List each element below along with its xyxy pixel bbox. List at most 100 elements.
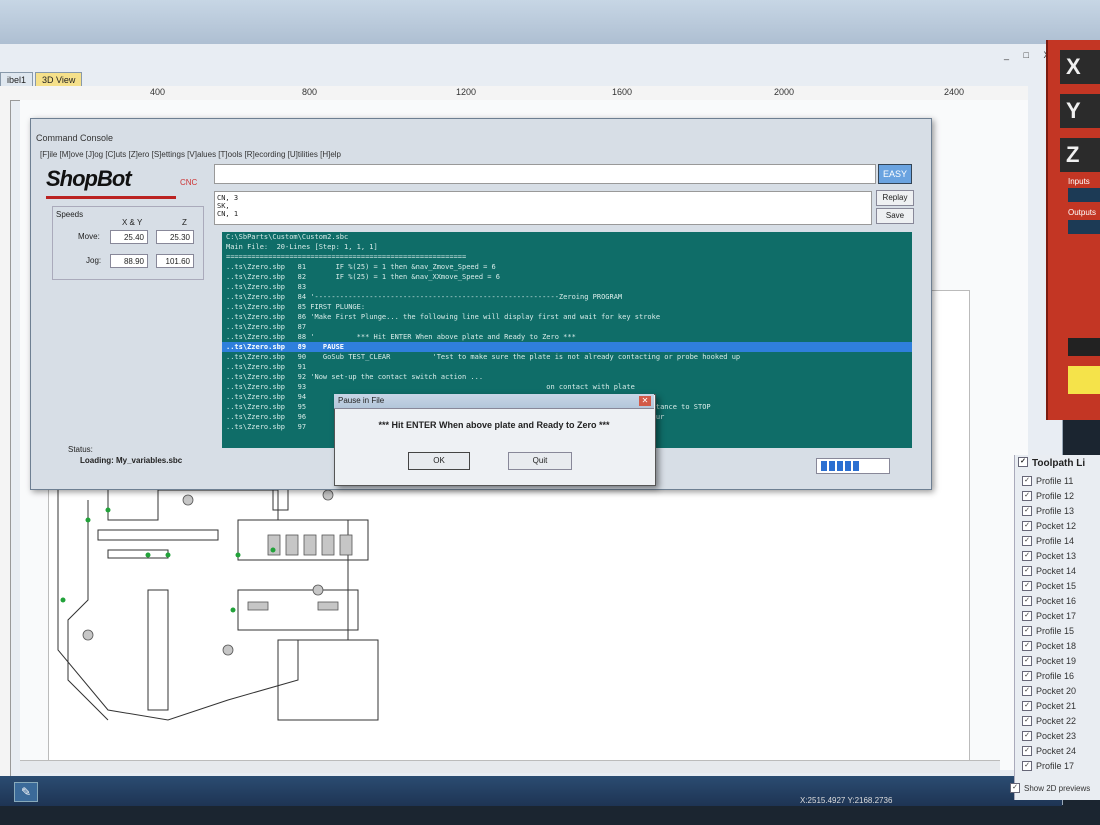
- quit-button[interactable]: Quit: [508, 452, 572, 470]
- ok-button[interactable]: OK: [408, 452, 470, 470]
- progress-segment: [845, 461, 851, 471]
- toolpath-label: Pocket 12: [1036, 521, 1077, 531]
- checkbox-icon[interactable]: ✓: [1018, 457, 1028, 468]
- toolpath-item[interactable]: ✓ Profile 13: [1022, 505, 1074, 520]
- code-line: ..ts\Zzero.sbp 92 'Now set-up the contac…: [226, 373, 484, 381]
- code-line: ..ts\Zzero.sbp 91: [226, 363, 307, 371]
- checkbox-icon[interactable]: ✓: [1022, 715, 1032, 726]
- toolpath-item[interactable]: ✓ Pocket 23: [1022, 730, 1076, 745]
- toolpath-item[interactable]: ✓ Profile 14: [1022, 535, 1074, 550]
- command-input[interactable]: [214, 164, 876, 184]
- toolpath-item[interactable]: ✓ Profile 17: [1022, 760, 1074, 775]
- toolpath-label: Pocket 17: [1036, 611, 1077, 621]
- progress-segment: [829, 461, 835, 471]
- taskbar-app-icon[interactable]: ✎: [14, 782, 38, 802]
- toolpath-item[interactable]: ✓ Pocket 24: [1022, 745, 1076, 760]
- code-line: C:\SbParts\Custom\Custom2.sbc: [226, 233, 349, 241]
- checkbox-icon[interactable]: ✓: [1022, 595, 1032, 606]
- command-history[interactable]: CN, 3 SK, CN, 1: [214, 191, 872, 225]
- toolpath-list-header: ✓ Toolpath Li: [1018, 457, 1085, 469]
- toolpath-item[interactable]: ✓ Pocket 21: [1022, 700, 1077, 715]
- toolpath-item[interactable]: ✓ Profile 16: [1022, 670, 1074, 685]
- dro-outputs-indicator: [1068, 220, 1100, 234]
- checkbox-icon[interactable]: ✓: [1022, 535, 1032, 546]
- toolpath-item[interactable]: ✓ Pocket 13: [1022, 550, 1076, 565]
- toolpath-item[interactable]: ✓ Pocket 22: [1022, 715, 1076, 730]
- progress-segment: [837, 461, 843, 471]
- horizontal-scrollbar[interactable]: [20, 760, 1000, 773]
- move-xy-field[interactable]: 25.40: [110, 230, 148, 244]
- toolpath-item[interactable]: ✓ Pocket 18: [1022, 640, 1077, 655]
- close-icon[interactable]: ✕: [639, 396, 651, 406]
- title-bar: [0, 0, 1100, 44]
- code-line: ..ts\Zzero.sbp 88 ' *** Hit ENTER When a…: [226, 333, 576, 341]
- dro-y-readout: Y: [1060, 94, 1100, 128]
- checkbox-icon[interactable]: ✓: [1022, 490, 1032, 501]
- ruler-mark: 2000: [774, 87, 795, 97]
- checkbox-icon[interactable]: ✓: [1022, 520, 1032, 531]
- ruler-mark: 1600: [612, 87, 633, 97]
- dro-indicator-yellow[interactable]: [1068, 366, 1100, 394]
- checkbox-icon[interactable]: ✓: [1010, 783, 1020, 793]
- toolpath-item[interactable]: ✓ Pocket 12: [1022, 520, 1077, 535]
- ruler-mark: 1200: [456, 87, 477, 97]
- checkbox-icon[interactable]: ✓: [1022, 700, 1032, 711]
- jog-label: Jog:: [86, 256, 102, 265]
- toolpath-label: Pocket 21: [1036, 701, 1077, 711]
- checkbox-icon[interactable]: ✓: [1022, 685, 1032, 696]
- toolpath-item[interactable]: ✓ Pocket 16: [1022, 595, 1077, 610]
- shopbot-logo: ShopBot: [46, 166, 132, 191]
- status-label: Status:: [68, 445, 93, 454]
- toolpath-label: Pocket 16: [1036, 596, 1077, 606]
- toolpath-item[interactable]: ✓ Pocket 20: [1022, 685, 1076, 700]
- checkbox-icon[interactable]: ✓: [1022, 580, 1032, 591]
- progress-bar: [816, 458, 890, 474]
- toolpath-label: Pocket 18: [1036, 641, 1077, 651]
- checkbox-icon[interactable]: ✓: [1022, 745, 1032, 756]
- checkbox-icon[interactable]: ✓: [1022, 610, 1032, 621]
- code-line: ..ts\Zzero.sbp 84 '---------------------…: [226, 293, 623, 301]
- toolpath-item[interactable]: ✓ Pocket 14: [1022, 565, 1076, 580]
- code-line: ..ts\Zzero.sbp 86 'Make First Plunge... …: [226, 313, 661, 321]
- easy-button[interactable]: EASY: [878, 164, 912, 184]
- toolpath-item[interactable]: ✓ Pocket 15: [1022, 580, 1076, 595]
- dro-inputs-indicator: [1068, 188, 1100, 202]
- console-menu-bar[interactable]: [F]ile [M]ove [J]og [C]uts [Z]ero [S]ett…: [40, 150, 341, 159]
- checkbox-icon[interactable]: ✓: [1022, 730, 1032, 741]
- dro-z-readout: Z: [1060, 138, 1100, 172]
- cursor-coordinates: X:2515.4927 Y:2168.2736: [800, 796, 893, 805]
- toolpath-item[interactable]: ✓ Profile 12: [1022, 490, 1075, 505]
- checkbox-icon[interactable]: ✓: [1022, 655, 1032, 666]
- code-line: ..ts\Zzero.sbp 82 IF %(25) = 1 then &nav…: [226, 273, 500, 281]
- jog-z-field[interactable]: 101.60: [156, 254, 194, 268]
- show-2d-previews-option[interactable]: ✓ Show 2D previews: [1010, 783, 1090, 794]
- ruler-mark: 800: [302, 87, 318, 97]
- dro-inputs-label: Inputs: [1068, 177, 1090, 186]
- checkbox-icon[interactable]: ✓: [1022, 640, 1032, 651]
- checkbox-icon[interactable]: ✓: [1022, 505, 1032, 516]
- toolpath-item[interactable]: ✓ Pocket 19: [1022, 655, 1076, 670]
- toolpath-item[interactable]: ✓ Profile 15: [1022, 625, 1074, 640]
- checkbox-icon[interactable]: ✓: [1022, 625, 1032, 636]
- move-z-field[interactable]: 25.30: [156, 230, 194, 244]
- replay-button[interactable]: Replay: [876, 190, 914, 206]
- checkbox-icon[interactable]: ✓: [1022, 565, 1032, 576]
- progress-segment: [853, 461, 859, 471]
- checkbox-icon[interactable]: ✓: [1022, 760, 1032, 771]
- history-line: CN, 1: [217, 210, 239, 218]
- toolpath-label: Profile 12: [1036, 491, 1075, 501]
- checkbox-icon[interactable]: ✓: [1022, 550, 1032, 561]
- logo-cnc-text: CNC: [180, 178, 198, 187]
- code-line: ..ts\Zzero.sbp 87: [226, 323, 307, 331]
- console-title: Command Console: [36, 133, 114, 143]
- checkbox-icon[interactable]: ✓: [1022, 670, 1032, 681]
- logo-underline: [46, 196, 176, 199]
- toolpath-item[interactable]: ✓ Pocket 17: [1022, 610, 1077, 625]
- speeds-title: Speeds: [56, 210, 84, 219]
- horizontal-ruler: 400 800 1200 1600 2000 2400: [0, 86, 1028, 101]
- toolpath-item[interactable]: ✓ Profile 11: [1022, 475, 1073, 490]
- save-button[interactable]: Save: [876, 208, 914, 224]
- checkbox-icon[interactable]: ✓: [1022, 475, 1032, 486]
- history-line: CN, 3: [217, 194, 239, 202]
- jog-xy-field[interactable]: 88.90: [110, 254, 148, 268]
